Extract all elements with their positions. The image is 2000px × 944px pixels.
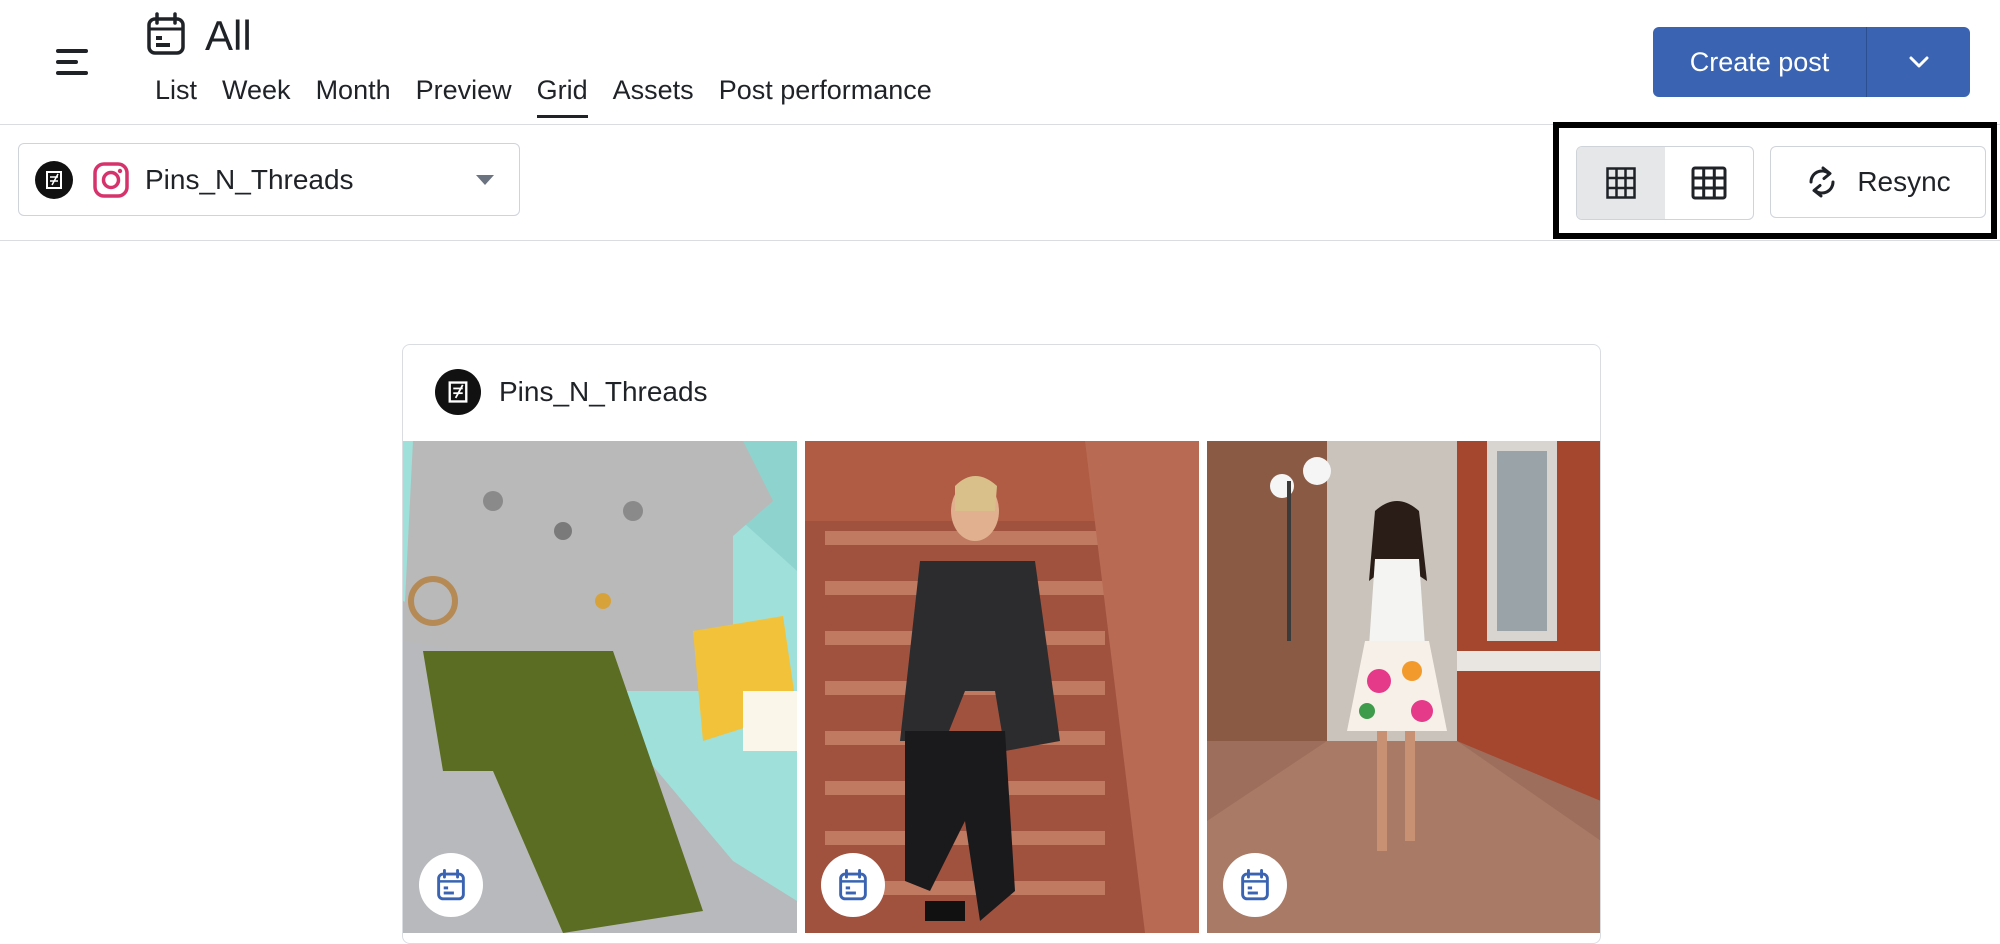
card-account-name: Pins_N_Threads (499, 376, 708, 407)
tab-grid[interactable]: Grid (525, 70, 600, 120)
create-post-split-button: Create post (1653, 27, 1970, 97)
account-name: Pins_N_Threads (145, 164, 354, 195)
large-grid-view-button[interactable] (1665, 147, 1753, 219)
view-tabs: List Week Month Preview Grid Assets Post… (143, 70, 945, 120)
create-post-button[interactable]: Create post (1653, 27, 1866, 97)
instagram-grid-preview-card: Pins_N_Threads (402, 344, 1601, 944)
tab-month[interactable]: Month (304, 70, 403, 120)
post-tile[interactable] (805, 441, 1199, 933)
calendar-icon (146, 12, 186, 56)
scheduled-badge (1223, 853, 1287, 917)
account-selector[interactable]: Pins_N_Threads (18, 143, 520, 216)
page-title: All (205, 12, 252, 59)
grid-view-toggle (1576, 146, 1754, 220)
create-post-options-button[interactable] (1867, 27, 1970, 97)
grid-small-icon (1606, 167, 1636, 199)
post-grid (403, 441, 1600, 933)
scheduled-badge (821, 853, 885, 917)
account-avatar (35, 161, 73, 199)
tab-week[interactable]: Week (210, 70, 303, 120)
hamburger-menu-icon[interactable] (50, 40, 94, 84)
resync-button[interactable]: Resync (1770, 146, 1986, 218)
tab-preview[interactable]: Preview (404, 70, 524, 120)
calendar-icon (1241, 869, 1269, 901)
calendar-icon (437, 869, 465, 901)
dropdown-caret-icon (476, 175, 494, 185)
post-tile[interactable] (403, 441, 797, 933)
instagram-icon (93, 162, 129, 198)
tab-assets[interactable]: Assets (601, 70, 706, 120)
account-avatar (435, 369, 481, 415)
post-tile[interactable] (1207, 441, 1600, 933)
tab-post-performance[interactable]: Post performance (707, 70, 944, 120)
grid-large-icon (1691, 166, 1727, 200)
scheduled-badge (419, 853, 483, 917)
tab-list[interactable]: List (143, 70, 209, 120)
resync-label: Resync (1857, 166, 1951, 197)
chevron-down-icon (1909, 56, 1928, 68)
sync-icon (1809, 166, 1835, 198)
calendar-icon (839, 869, 867, 901)
small-grid-view-button[interactable] (1577, 147, 1665, 219)
